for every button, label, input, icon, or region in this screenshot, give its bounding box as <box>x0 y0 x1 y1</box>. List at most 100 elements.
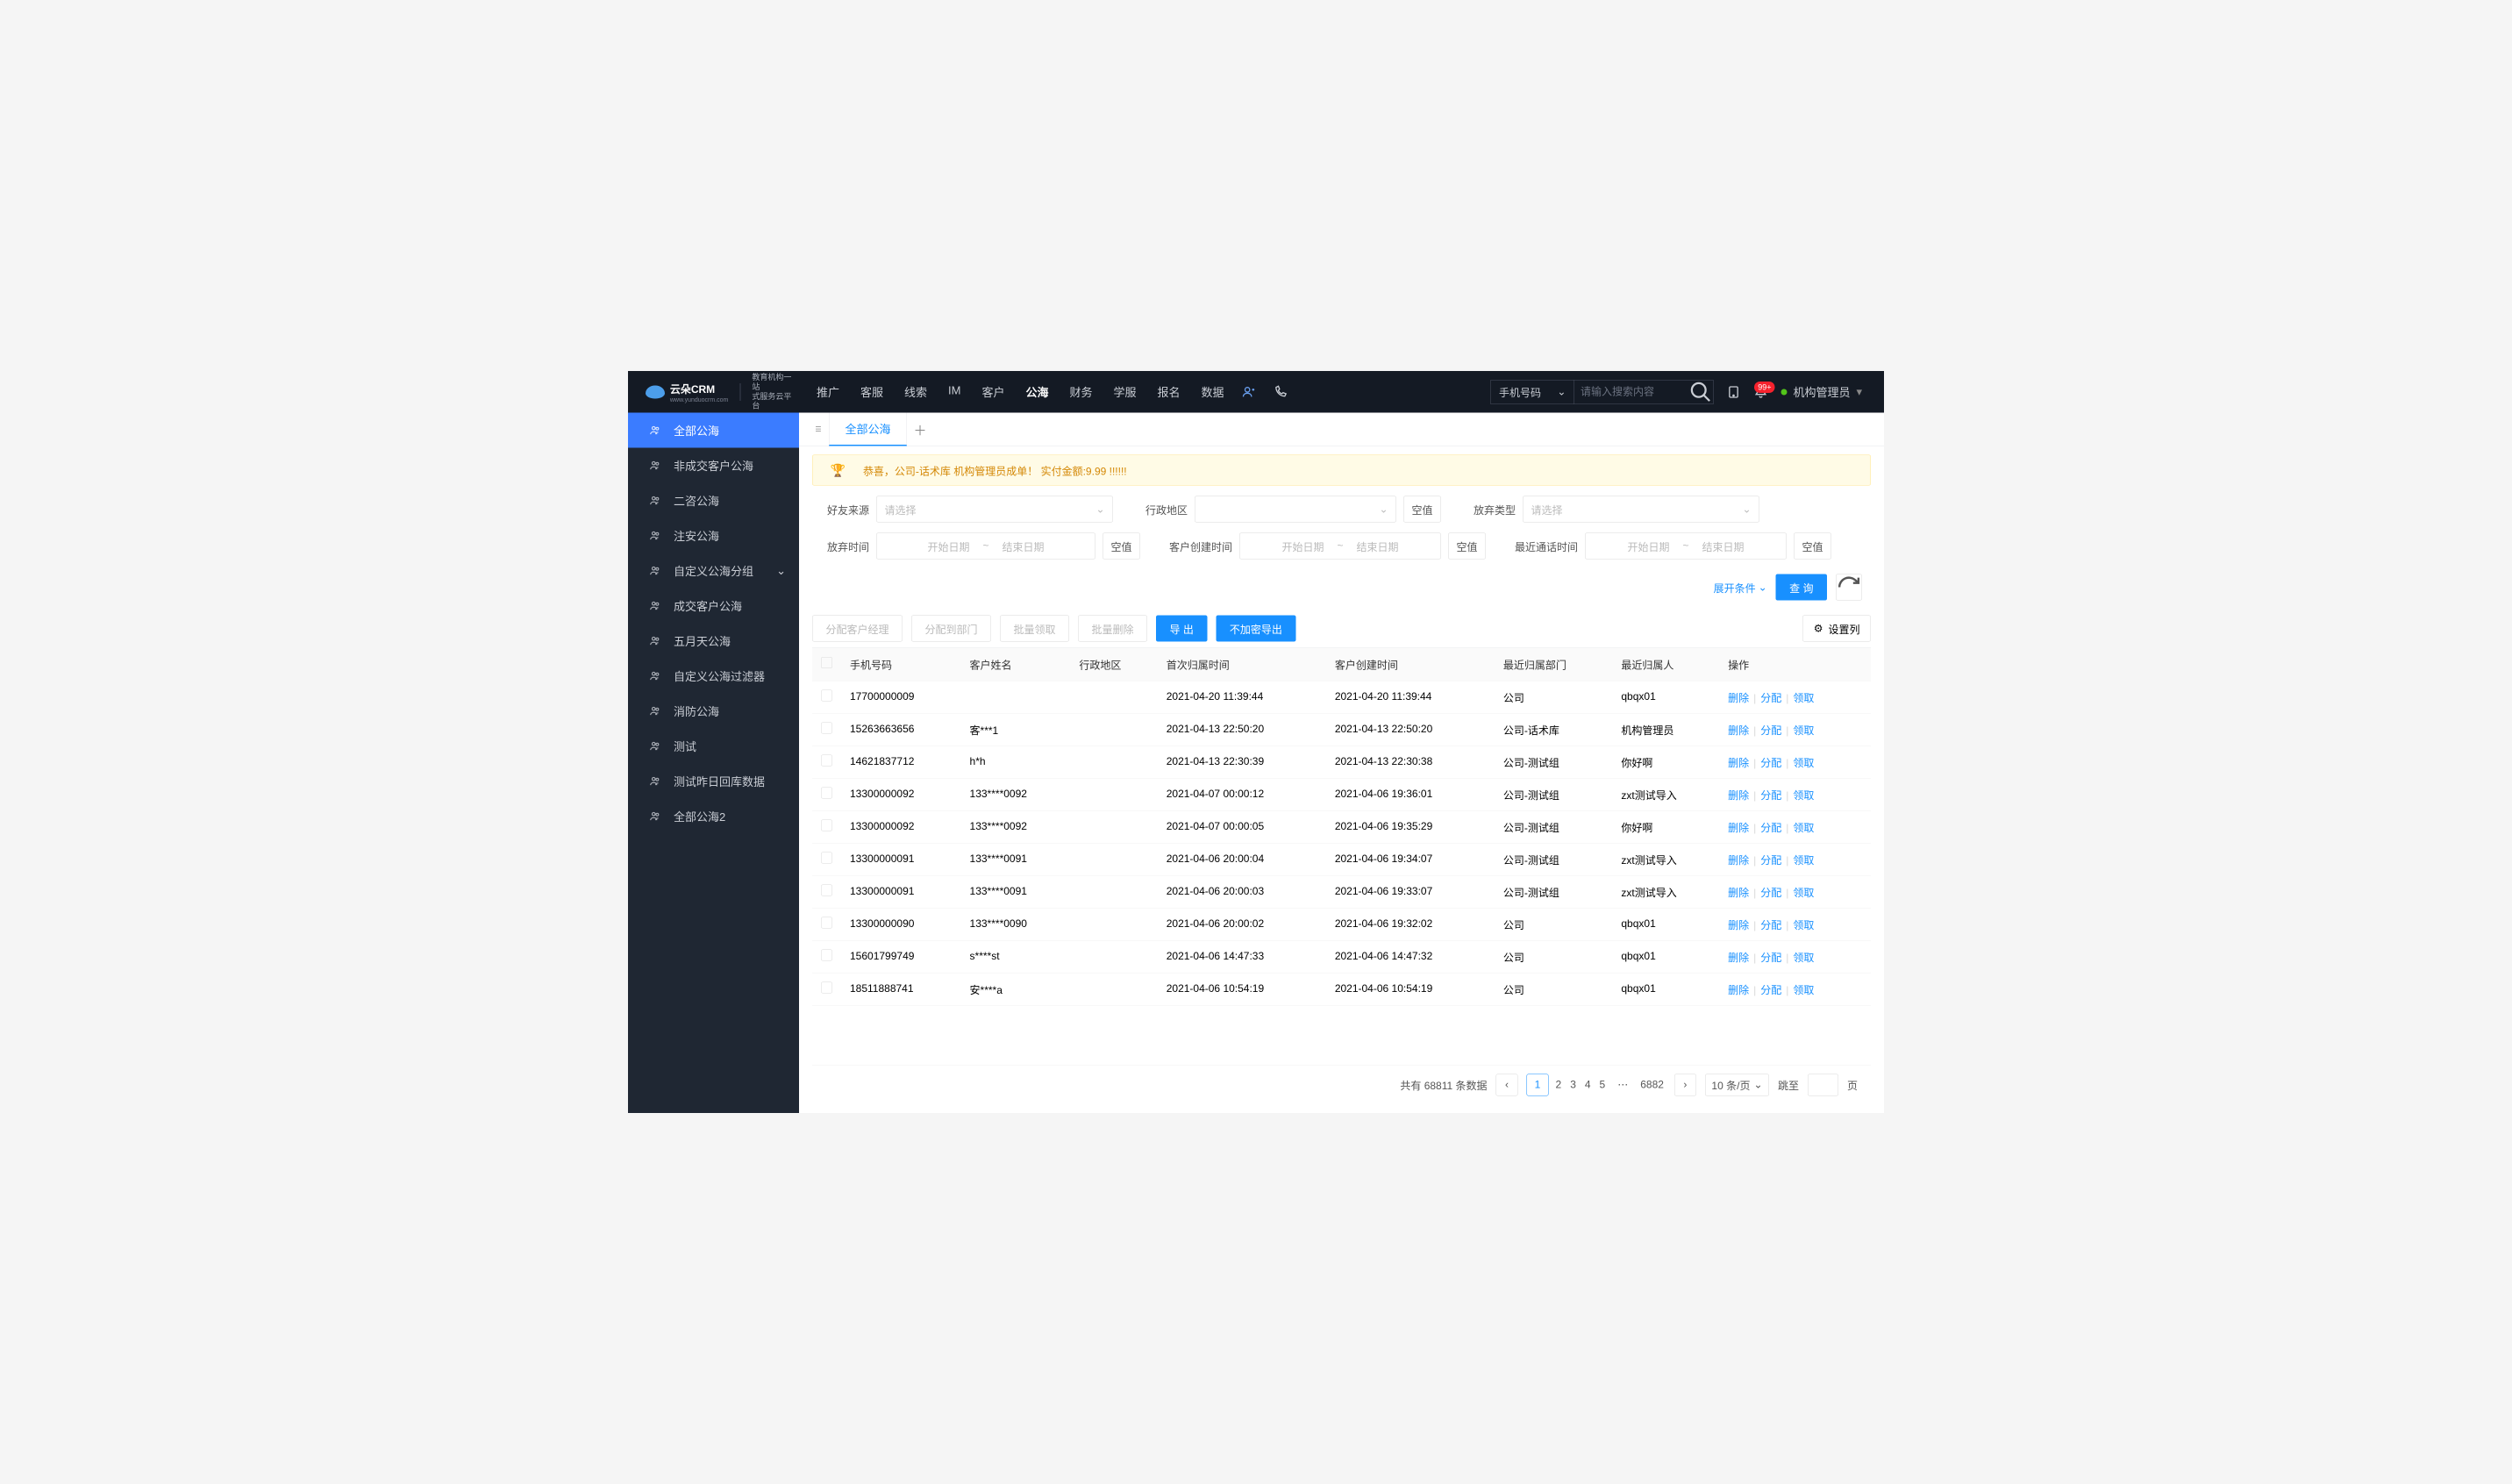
sidebar-item-0[interactable]: 全部公海 <box>628 413 799 448</box>
page-size-select[interactable]: 10 条/页⌄ <box>1705 1074 1769 1095</box>
nav-item-5[interactable]: 公海 <box>1025 384 1048 401</box>
row-checkbox[interactable] <box>821 787 832 798</box>
row-claim[interactable]: 领取 <box>1793 919 1814 931</box>
tab-all-pool[interactable]: 全部公海 <box>829 413 907 446</box>
row-delete[interactable]: 删除 <box>1728 724 1749 737</box>
export-plain-button[interactable]: 不加密导出 <box>1216 616 1295 642</box>
row-delete[interactable]: 删除 <box>1728 952 1749 964</box>
row-checkbox[interactable] <box>821 722 832 733</box>
row-claim[interactable]: 领取 <box>1793 887 1814 899</box>
batch-claim-button[interactable]: 批量领取 <box>1000 616 1069 642</box>
tablet-icon[interactable] <box>1726 385 1740 399</box>
export-button[interactable]: 导 出 <box>1156 616 1207 642</box>
region-select[interactable]: ⌄ <box>1195 496 1396 523</box>
nav-item-4[interactable]: 客户 <box>981 384 1004 401</box>
row-checkbox[interactable] <box>821 852 832 863</box>
assign-manager-button[interactable]: 分配客户经理 <box>812 616 903 642</box>
row-assign[interactable]: 分配 <box>1760 724 1781 737</box>
batch-delete-button[interactable]: 批量删除 <box>1078 616 1147 642</box>
row-claim[interactable]: 领取 <box>1793 692 1814 704</box>
refresh-button[interactable] <box>1836 574 1862 601</box>
row-checkbox[interactable] <box>821 754 832 766</box>
tabs-collapse-icon[interactable]: ☰ <box>808 418 829 439</box>
row-assign[interactable]: 分配 <box>1760 692 1781 704</box>
logo[interactable]: 云朵CRM www.yunduocrm.com 教育机构一站式服务云平台 <box>628 373 799 410</box>
row-assign[interactable]: 分配 <box>1760 984 1781 996</box>
row-assign[interactable]: 分配 <box>1760 854 1781 867</box>
row-claim[interactable]: 领取 <box>1793 822 1814 834</box>
query-button[interactable]: 查 询 <box>1776 574 1827 601</box>
nav-item-1[interactable]: 客服 <box>860 384 883 401</box>
set-columns-button[interactable]: ⚙设置列 <box>1802 616 1871 642</box>
friend-source-select[interactable]: 请选择⌄ <box>876 496 1113 523</box>
sidebar-item-10[interactable]: 测试昨日回库数据 <box>628 764 799 799</box>
row-delete[interactable]: 删除 <box>1728 854 1749 867</box>
phone-icon[interactable] <box>1274 385 1288 399</box>
sidebar-item-8[interactable]: 消防公海 <box>628 694 799 729</box>
row-assign[interactable]: 分配 <box>1760 887 1781 899</box>
page-2[interactable]: 2 <box>1554 1074 1564 1095</box>
sidebar-item-5[interactable]: 成交客户公海 <box>628 589 799 624</box>
page-4[interactable]: 4 <box>1583 1074 1593 1095</box>
row-assign[interactable]: 分配 <box>1760 822 1781 834</box>
row-delete[interactable]: 删除 <box>1728 757 1749 769</box>
page-3[interactable]: 3 <box>1568 1074 1578 1095</box>
row-delete[interactable]: 删除 <box>1728 822 1749 834</box>
page-prev[interactable]: ‹ <box>1496 1074 1518 1095</box>
select-all-checkbox[interactable] <box>821 657 832 668</box>
row-claim[interactable]: 领取 <box>1793 757 1814 769</box>
region-null-button[interactable]: 空值 <box>1403 496 1441 523</box>
sidebar-item-3[interactable]: 注安公海 <box>628 518 799 553</box>
add-user-icon[interactable] <box>1242 385 1256 399</box>
nav-item-6[interactable]: 财务 <box>1069 384 1092 401</box>
row-claim[interactable]: 领取 <box>1793 724 1814 737</box>
abandon-type-select[interactable]: 请选择⌄ <box>1523 496 1759 523</box>
call-time-range[interactable]: 开始日期~结束日期 <box>1585 533 1787 560</box>
sidebar-item-11[interactable]: 全部公海2 <box>628 799 799 834</box>
sidebar-item-7[interactable]: 自定义公海过滤器 <box>628 659 799 694</box>
row-claim[interactable]: 领取 <box>1793 952 1814 964</box>
assign-dept-button[interactable]: 分配到部门 <box>911 616 991 642</box>
page-1[interactable]: 1 <box>1527 1074 1549 1095</box>
nav-item-8[interactable]: 报名 <box>1158 384 1181 401</box>
row-checkbox[interactable] <box>821 689 832 701</box>
sidebar-item-4[interactable]: 自定义公海分组⌄ <box>628 553 799 589</box>
nav-item-2[interactable]: 线索 <box>904 384 927 401</box>
create-time-null-button[interactable]: 空值 <box>1448 533 1486 560</box>
page-5[interactable]: 5 <box>1598 1074 1608 1095</box>
row-assign[interactable]: 分配 <box>1760 952 1781 964</box>
nav-item-7[interactable]: 学服 <box>1113 384 1136 401</box>
search-button[interactable] <box>1688 380 1713 403</box>
page-jump-input[interactable] <box>1808 1074 1838 1095</box>
nav-item-9[interactable]: 数据 <box>1202 384 1224 401</box>
sidebar-item-6[interactable]: 五月天公海 <box>628 624 799 659</box>
tab-add-button[interactable]: ＋ <box>907 419 933 439</box>
row-delete[interactable]: 删除 <box>1728 692 1749 704</box>
row-delete[interactable]: 删除 <box>1728 984 1749 996</box>
user-menu[interactable]: 机构管理员 ▾ <box>1781 384 1862 401</box>
abandon-time-range[interactable]: 开始日期~结束日期 <box>876 533 1095 560</box>
row-checkbox[interactable] <box>821 981 832 993</box>
notification-icon[interactable]: 99+ <box>1753 385 1767 399</box>
page-next[interactable]: › <box>1674 1074 1696 1095</box>
row-delete[interactable]: 删除 <box>1728 887 1749 899</box>
search-type-select[interactable]: 手机号码⌄ <box>1491 380 1574 403</box>
sidebar-item-9[interactable]: 测试 <box>628 729 799 764</box>
expand-filters-button[interactable]: 展开条件 ⌄ <box>1714 580 1767 596</box>
row-checkbox[interactable] <box>821 819 832 831</box>
sidebar-item-1[interactable]: 非成交客户公海 <box>628 448 799 483</box>
row-claim[interactable]: 领取 <box>1793 984 1814 996</box>
nav-item-0[interactable]: 推广 <box>817 384 839 401</box>
page-last[interactable]: 6882 <box>1638 1074 1666 1095</box>
abandon-time-null-button[interactable]: 空值 <box>1103 533 1140 560</box>
row-delete[interactable]: 删除 <box>1728 919 1749 931</box>
sidebar-item-2[interactable]: 二咨公海 <box>628 483 799 518</box>
row-claim[interactable]: 领取 <box>1793 789 1814 802</box>
row-checkbox[interactable] <box>821 884 832 895</box>
create-time-range[interactable]: 开始日期~结束日期 <box>1239 533 1441 560</box>
call-time-null-button[interactable]: 空值 <box>1794 533 1831 560</box>
row-assign[interactable]: 分配 <box>1760 757 1781 769</box>
row-delete[interactable]: 删除 <box>1728 789 1749 802</box>
row-checkbox[interactable] <box>821 949 832 960</box>
search-input[interactable] <box>1574 380 1688 403</box>
